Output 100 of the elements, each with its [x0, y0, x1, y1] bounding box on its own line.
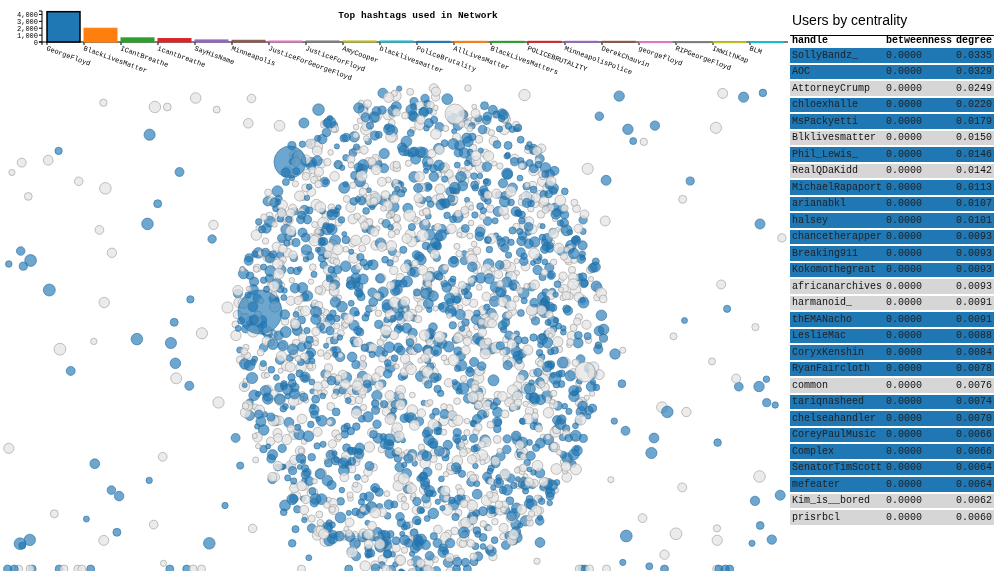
- table-cell: 0.0000: [884, 147, 955, 162]
- table-cell: SollyBandz_: [790, 48, 884, 63]
- bar: [749, 41, 784, 44]
- table-cell: 0.0000: [884, 460, 955, 475]
- table-cell: 0.0000: [884, 394, 955, 409]
- table-cell: CoryxKenshin: [790, 345, 884, 360]
- table-cell: 0.0000: [884, 493, 955, 508]
- table-cell: 0.0064: [954, 460, 994, 475]
- chart-title: Top hashtags used in Network: [338, 10, 498, 21]
- table-cell: Kokomothegreat: [790, 262, 884, 277]
- table-cell: 0.0066: [954, 427, 994, 442]
- table-cell: 0.0000: [884, 262, 955, 277]
- table-cell: 0.0064: [954, 477, 994, 492]
- bar: [527, 40, 562, 43]
- table-cell: chloexhalle: [790, 97, 884, 112]
- table-cell: 0.0000: [884, 130, 955, 145]
- table-cell: 0.0101: [954, 213, 994, 228]
- table-cell: 0.0146: [954, 147, 994, 162]
- table-cell: LeslieMac: [790, 328, 884, 343]
- table-cell: 0.0000: [884, 279, 955, 294]
- table-cell: 0.0000: [884, 328, 955, 343]
- table-cell: 0.0093: [954, 229, 994, 244]
- table-cell: 0.0000: [884, 196, 955, 211]
- bar: [638, 41, 673, 44]
- table-cell: 0.0076: [954, 378, 994, 393]
- bar: [268, 40, 303, 43]
- bar: [83, 27, 118, 43]
- table-cell: 0.0093: [954, 262, 994, 277]
- table-cell: 0.0091: [954, 312, 994, 327]
- table-cell: 0.0070: [954, 411, 994, 426]
- bar: [601, 40, 636, 43]
- table-cell: 0.0179: [954, 114, 994, 129]
- table-cell: mefeater: [790, 477, 884, 492]
- table-cell: 0.0000: [884, 378, 955, 393]
- table-cell: 0.0000: [884, 477, 955, 492]
- table-cell: 0.0000: [884, 246, 955, 261]
- table-cell: 0.0335: [954, 48, 994, 63]
- table-cell: 0.0000: [884, 97, 955, 112]
- column-header: betweenness: [884, 35, 955, 46]
- table-cell: harmanoid_: [790, 295, 884, 310]
- table-cell: 0.0091: [954, 295, 994, 310]
- table-cell: 0.0000: [884, 295, 955, 310]
- table-cell: 0.0220: [954, 97, 994, 112]
- bar: [675, 41, 710, 44]
- table-cell: 0.0000: [884, 213, 955, 228]
- bar: [416, 40, 451, 43]
- table-cell: 0.0093: [954, 279, 994, 294]
- bar: [342, 40, 377, 43]
- bar: [194, 39, 229, 43]
- table-cell: chelseahandler: [790, 411, 884, 426]
- table-cell: CoreyPaulMusic: [790, 427, 884, 442]
- table-cell: 0.0142: [954, 163, 994, 178]
- table-cell: 0.0000: [884, 81, 955, 96]
- table-cell: MsPackyetti: [790, 114, 884, 129]
- table-cell: 0.0000: [884, 427, 955, 442]
- table-cell: arianabkl: [790, 196, 884, 211]
- table-cell: 0.0000: [884, 345, 955, 360]
- table-cell: 0.0329: [954, 64, 994, 79]
- table-cell: chancetherapper: [790, 229, 884, 244]
- table-cell: 0.0000: [884, 510, 955, 525]
- table-cell: 0.0066: [954, 444, 994, 459]
- table-cell: 0.0000: [884, 361, 955, 376]
- table-cell: 0.0000: [884, 312, 955, 327]
- bar: [231, 39, 266, 43]
- column-header: degree: [954, 35, 994, 46]
- table-cell: 0.0249: [954, 81, 994, 96]
- bar: [453, 40, 488, 43]
- table-cell: 0.0107: [954, 196, 994, 211]
- table-cell: AOC: [790, 64, 884, 79]
- table-cell: 0.0000: [884, 411, 955, 426]
- table-cell: 0.0074: [954, 394, 994, 409]
- table-cell: 0.0093: [954, 246, 994, 261]
- bar: [490, 40, 525, 43]
- bar: [157, 38, 192, 43]
- table-cell: 0.0000: [884, 180, 955, 195]
- table-cell: halsey: [790, 213, 884, 228]
- table-cell: 0.0078: [954, 361, 994, 376]
- table-cell: 0.0000: [884, 48, 955, 63]
- bar: [120, 37, 155, 43]
- table-cell: Blklivesmatter: [790, 130, 884, 145]
- table-cell: RealQDaKidd: [790, 163, 884, 178]
- table-cell: 0.0000: [884, 229, 955, 244]
- table-title: Users by centrality: [792, 12, 909, 28]
- table-cell: Kim_is__bored: [790, 493, 884, 508]
- bar: [379, 40, 414, 43]
- table-cell: 0.0113: [954, 180, 994, 195]
- table-cell: 0.0088: [954, 328, 994, 343]
- table-cell: prisrbcl: [790, 510, 884, 525]
- table-cell: 0.0000: [884, 64, 955, 79]
- table-cell: RyanFaircloth: [790, 361, 884, 376]
- table-cell: MichaelRapaport: [790, 180, 884, 195]
- table-cell: tariqnasheed: [790, 394, 884, 409]
- bar: [712, 41, 747, 44]
- table-cell: Breaking911: [790, 246, 884, 261]
- table-cell: 0.0060: [954, 510, 994, 525]
- table-cell: 0.0062: [954, 493, 994, 508]
- table-cell: Complex: [790, 444, 884, 459]
- table-cell: 0.0150: [954, 130, 994, 145]
- table-cell: thEMANacho: [790, 312, 884, 327]
- table-cell: AttorneyCrump: [790, 81, 884, 96]
